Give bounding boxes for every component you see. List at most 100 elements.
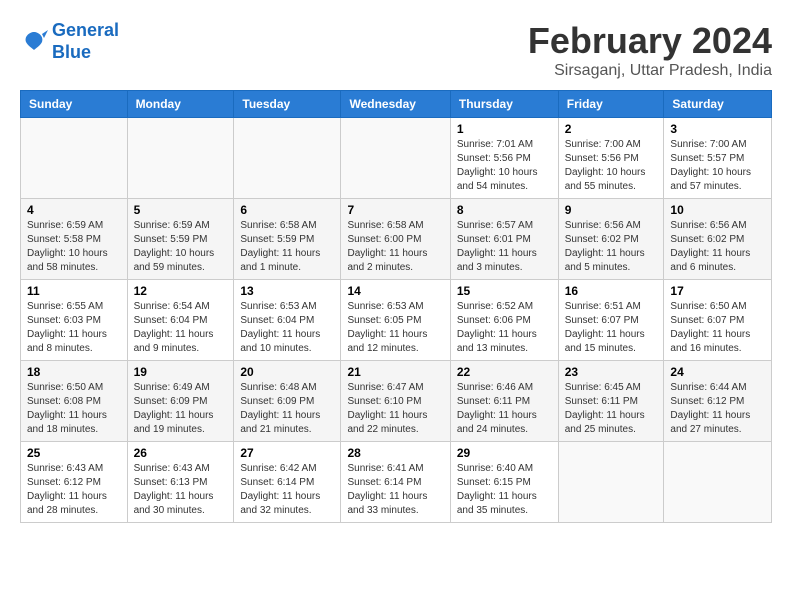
calendar-cell: 26 Sunrise: 6:43 AM Sunset: 6:13 PM Dayli… (127, 442, 234, 523)
day-number: 22 (457, 365, 552, 379)
page-header: General Blue February 2024 Sirsaganj, Ut… (20, 20, 772, 80)
day-number: 13 (240, 284, 334, 298)
day-info: Sunrise: 6:48 AM Sunset: 6:09 PM Dayligh… (240, 381, 334, 437)
day-number: 25 (27, 446, 121, 460)
day-number: 16 (565, 284, 658, 298)
header-tuesday: Tuesday (234, 91, 341, 118)
calendar-cell (558, 442, 664, 523)
calendar-cell: 28 Sunrise: 6:41 AM Sunset: 6:14 PM Dayli… (341, 442, 450, 523)
day-info: Sunrise: 6:53 AM Sunset: 6:04 PM Dayligh… (240, 300, 334, 356)
header-wednesday: Wednesday (341, 91, 450, 118)
day-number: 15 (457, 284, 552, 298)
calendar-cell: 1 Sunrise: 7:01 AM Sunset: 5:56 PM Daylig… (450, 118, 558, 199)
calendar-cell: 5Sunrise: 6:59 AM Sunset: 5:59 PM Daylig… (127, 199, 234, 280)
calendar-header-row: Sunday Monday Tuesday Wednesday Thursday… (21, 91, 772, 118)
day-info: Sunrise: 6:45 AM Sunset: 6:11 PM Dayligh… (565, 381, 658, 437)
day-number: 21 (347, 365, 443, 379)
calendar-cell: 16 Sunrise: 6:51 AM Sunset: 6:07 PM Dayli… (558, 280, 664, 361)
day-info: Sunrise: 6:50 AM Sunset: 6:07 PM Dayligh… (670, 300, 765, 356)
day-info: Sunrise: 6:46 AM Sunset: 6:11 PM Dayligh… (457, 381, 552, 437)
calendar-cell: 12 Sunrise: 6:54 AM Sunset: 6:04 PM Dayli… (127, 280, 234, 361)
day-number: 10 (670, 203, 765, 217)
day-number: 28 (347, 446, 443, 460)
day-number: 23 (565, 365, 658, 379)
calendar-cell: 20Sunrise: 6:48 AM Sunset: 6:09 PM Dayli… (234, 361, 341, 442)
calendar-cell: 19 Sunrise: 6:49 AM Sunset: 6:09 PM Dayli… (127, 361, 234, 442)
calendar-cell: 4 Sunrise: 6:59 AM Sunset: 5:58 PM Daylig… (21, 199, 128, 280)
calendar-cell (21, 118, 128, 199)
calendar-cell (234, 118, 341, 199)
day-info: Sunrise: 6:53 AM Sunset: 6:05 PM Dayligh… (347, 300, 443, 356)
day-info: Sunrise: 6:54 AM Sunset: 6:04 PM Dayligh… (134, 300, 228, 356)
calendar-cell: 9Sunrise: 6:56 AM Sunset: 6:02 PM Daylig… (558, 199, 664, 280)
calendar-cell (664, 442, 772, 523)
calendar-cell: 14 Sunrise: 6:53 AM Sunset: 6:05 PM Dayli… (341, 280, 450, 361)
day-info: Sunrise: 6:59 AM Sunset: 5:58 PM Dayligh… (27, 219, 121, 275)
calendar-week-1: 1 Sunrise: 7:01 AM Sunset: 5:56 PM Daylig… (21, 118, 772, 199)
calendar-cell (127, 118, 234, 199)
calendar-week-4: 18 Sunrise: 6:50 AM Sunset: 6:08 PM Dayli… (21, 361, 772, 442)
day-number: 5 (134, 203, 228, 217)
day-number: 9 (565, 203, 658, 217)
calendar-cell: 24 Sunrise: 6:44 AM Sunset: 6:12 PM Dayli… (664, 361, 772, 442)
calendar-cell: 13 Sunrise: 6:53 AM Sunset: 6:04 PM Dayli… (234, 280, 341, 361)
day-info: Sunrise: 6:56 AM Sunset: 6:02 PM Dayligh… (670, 219, 765, 275)
calendar-cell: 15 Sunrise: 6:52 AM Sunset: 6:06 PM Dayli… (450, 280, 558, 361)
calendar-cell: 21 Sunrise: 6:47 AM Sunset: 6:10 PM Dayli… (341, 361, 450, 442)
day-number: 14 (347, 284, 443, 298)
day-info: Sunrise: 6:41 AM Sunset: 6:14 PM Dayligh… (347, 462, 443, 518)
calendar-cell: 10 Sunrise: 6:56 AM Sunset: 6:02 PM Dayli… (664, 199, 772, 280)
logo-icon (20, 28, 48, 56)
day-number: 3 (670, 122, 765, 136)
day-info: Sunrise: 6:57 AM Sunset: 6:01 PM Dayligh… (457, 219, 552, 275)
day-info: Sunrise: 6:52 AM Sunset: 6:06 PM Dayligh… (457, 300, 552, 356)
title-section: February 2024 Sirsaganj, Uttar Pradesh, … (528, 20, 772, 80)
day-info: Sunrise: 6:43 AM Sunset: 6:12 PM Dayligh… (27, 462, 121, 518)
day-number: 11 (27, 284, 121, 298)
calendar-week-3: 11 Sunrise: 6:55 AM Sunset: 6:03 PM Dayli… (21, 280, 772, 361)
day-info: Sunrise: 6:50 AM Sunset: 6:08 PM Dayligh… (27, 381, 121, 437)
day-info: Sunrise: 6:51 AM Sunset: 6:07 PM Dayligh… (565, 300, 658, 356)
calendar-cell: 25 Sunrise: 6:43 AM Sunset: 6:12 PM Dayli… (21, 442, 128, 523)
day-info: Sunrise: 6:40 AM Sunset: 6:15 PM Dayligh… (457, 462, 552, 518)
calendar-cell: 18 Sunrise: 6:50 AM Sunset: 6:08 PM Dayli… (21, 361, 128, 442)
calendar-cell: 22 Sunrise: 6:46 AM Sunset: 6:11 PM Dayli… (450, 361, 558, 442)
day-info: Sunrise: 7:00 AM Sunset: 5:56 PM Dayligh… (565, 138, 658, 194)
day-number: 24 (670, 365, 765, 379)
calendar-cell: 2 Sunrise: 7:00 AM Sunset: 5:56 PM Daylig… (558, 118, 664, 199)
calendar-cell: 7 Sunrise: 6:58 AM Sunset: 6:00 PM Daylig… (341, 199, 450, 280)
calendar-cell: 27 Sunrise: 6:42 AM Sunset: 6:14 PM Dayli… (234, 442, 341, 523)
day-info: Sunrise: 6:42 AM Sunset: 6:14 PM Dayligh… (240, 462, 334, 518)
calendar-body: 1 Sunrise: 7:01 AM Sunset: 5:56 PM Daylig… (21, 118, 772, 523)
day-number: 18 (27, 365, 121, 379)
header-thursday: Thursday (450, 91, 558, 118)
calendar-cell (341, 118, 450, 199)
day-number: 8 (457, 203, 552, 217)
month-title: February 2024 (528, 20, 772, 62)
header-monday: Monday (127, 91, 234, 118)
calendar-cell: 11 Sunrise: 6:55 AM Sunset: 6:03 PM Dayli… (21, 280, 128, 361)
header-sunday: Sunday (21, 91, 128, 118)
day-info: Sunrise: 6:43 AM Sunset: 6:13 PM Dayligh… (134, 462, 228, 518)
day-number: 7 (347, 203, 443, 217)
calendar-cell: 3Sunrise: 7:00 AM Sunset: 5:57 PM Daylig… (664, 118, 772, 199)
calendar-table: Sunday Monday Tuesday Wednesday Thursday… (20, 90, 772, 523)
day-number: 12 (134, 284, 228, 298)
day-info: Sunrise: 6:44 AM Sunset: 6:12 PM Dayligh… (670, 381, 765, 437)
day-number: 2 (565, 122, 658, 136)
day-info: Sunrise: 6:58 AM Sunset: 6:00 PM Dayligh… (347, 219, 443, 275)
logo-text: General Blue (52, 20, 119, 63)
calendar-cell: 6Sunrise: 6:58 AM Sunset: 5:59 PM Daylig… (234, 199, 341, 280)
header-friday: Friday (558, 91, 664, 118)
calendar-cell: 8 Sunrise: 6:57 AM Sunset: 6:01 PM Daylig… (450, 199, 558, 280)
day-info: Sunrise: 7:01 AM Sunset: 5:56 PM Dayligh… (457, 138, 552, 194)
day-number: 26 (134, 446, 228, 460)
day-number: 27 (240, 446, 334, 460)
day-number: 4 (27, 203, 121, 217)
calendar-week-5: 25 Sunrise: 6:43 AM Sunset: 6:12 PM Dayli… (21, 442, 772, 523)
day-number: 1 (457, 122, 552, 136)
day-info: Sunrise: 6:47 AM Sunset: 6:10 PM Dayligh… (347, 381, 443, 437)
day-number: 19 (134, 365, 228, 379)
day-info: Sunrise: 6:55 AM Sunset: 6:03 PM Dayligh… (27, 300, 121, 356)
day-info: Sunrise: 6:49 AM Sunset: 6:09 PM Dayligh… (134, 381, 228, 437)
